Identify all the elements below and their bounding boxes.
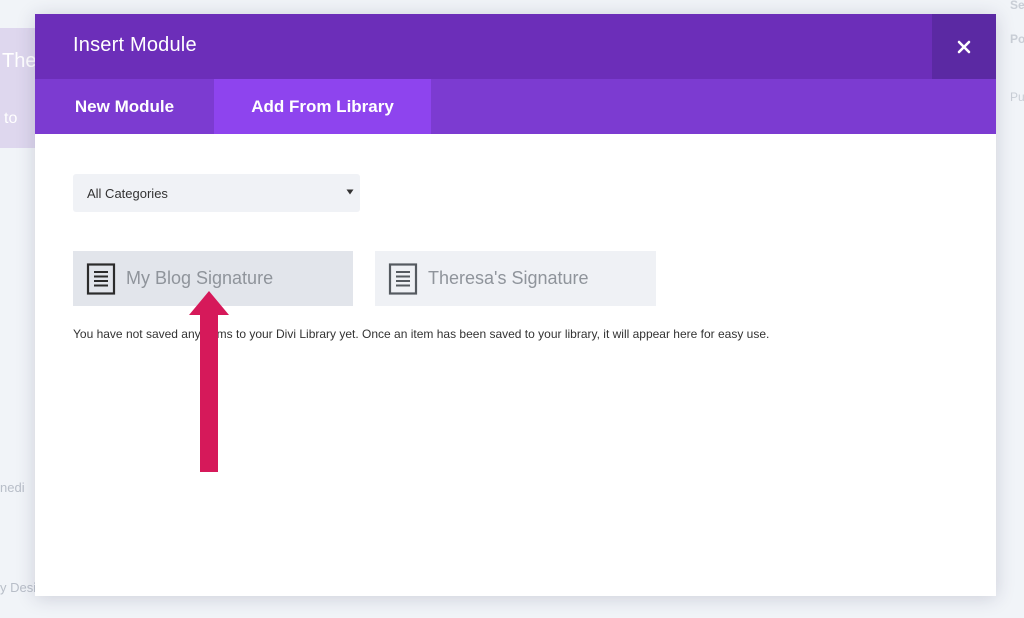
- modal-header: Insert Module: [35, 14, 996, 79]
- background-hero-sub: to: [4, 110, 18, 127]
- modal-title: Insert Module: [73, 34, 197, 56]
- close-icon: [957, 40, 971, 53]
- library-item-theresas-signature[interactable]: Theresa's Signature: [375, 251, 656, 306]
- category-select-value: All Categories: [87, 185, 168, 201]
- background-bottom-text: y Desi: [0, 580, 37, 595]
- background-side-label: Se: [1010, 0, 1024, 12]
- close-button[interactable]: [932, 14, 996, 79]
- annotation-arrow-icon: [189, 291, 229, 472]
- background-side-label: Pu: [1010, 90, 1024, 104]
- background-hero: [0, 28, 40, 148]
- empty-library-notice: You have not saved any items to your Div…: [73, 327, 770, 341]
- library-item-label: My Blog Signature: [126, 268, 274, 288]
- modal-content: All Categories My Blog Signature Theresa…: [35, 134, 996, 596]
- tab-add-from-library[interactable]: Add From Library: [214, 79, 431, 134]
- tab-new-module[interactable]: New Module: [35, 79, 214, 134]
- tab-bar: New Module Add From Library: [35, 79, 996, 134]
- category-select[interactable]: All Categories: [73, 174, 360, 212]
- library-item-label: Theresa's Signature: [428, 268, 589, 288]
- background-bottom-text: nedi: [0, 480, 25, 495]
- insert-module-modal: Insert Module New Module Add From Librar…: [35, 14, 996, 596]
- background-side-label: Po: [1010, 32, 1024, 46]
- background-hero-title: The: [2, 50, 37, 72]
- document-icon: [86, 262, 116, 295]
- document-icon: [388, 262, 418, 295]
- caret-down-icon: [346, 189, 354, 195]
